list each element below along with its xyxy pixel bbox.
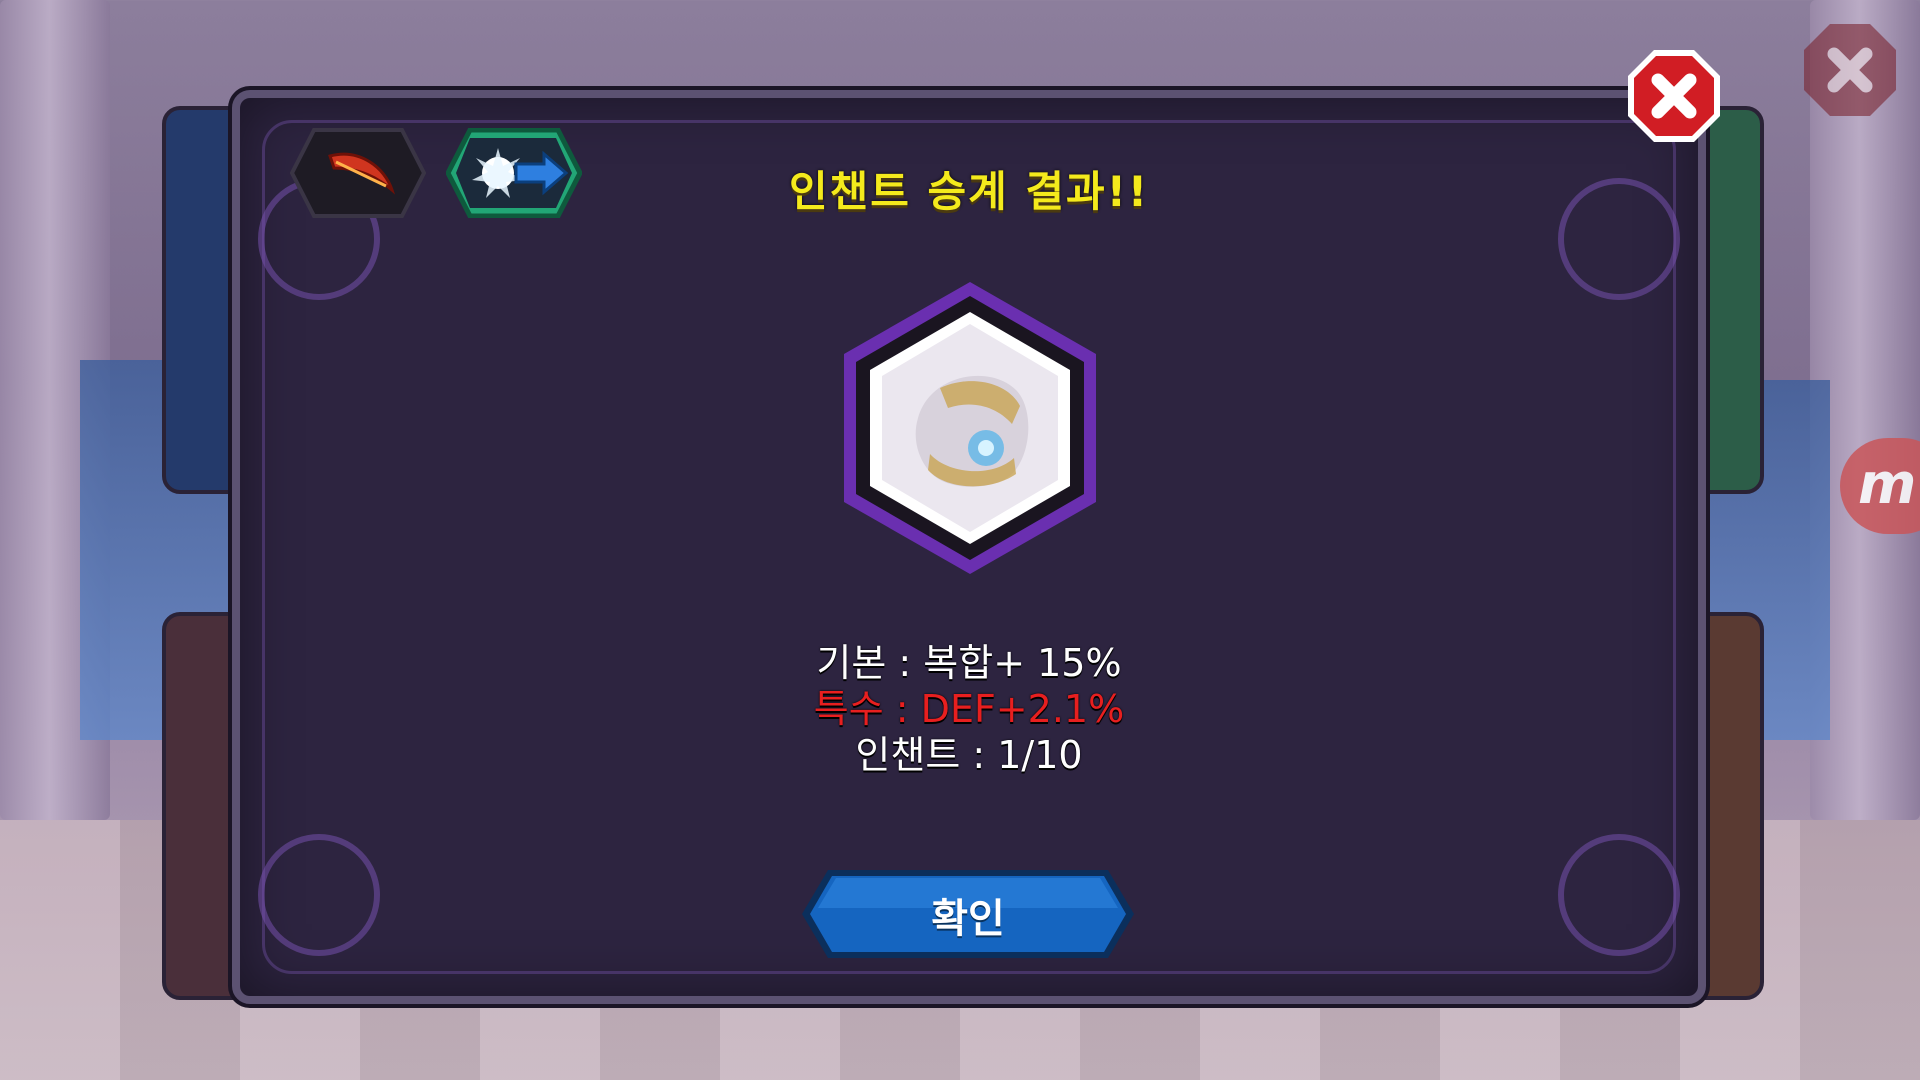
- corner-ornament-bottom-right: [1558, 834, 1680, 956]
- enchant-result-dialog: 인챈트 승계 결과!! 기본 : 복합+ 15% 특수 : DEF+2.1% 인…: [232, 90, 1706, 1004]
- special-stat: 특수 : DEF+2.1%: [813, 687, 1125, 731]
- background-close-button: [1800, 20, 1900, 120]
- enchant-level: 인챈트 : 1/10: [855, 733, 1083, 777]
- corner-ornament-bottom-left: [258, 834, 380, 956]
- close-icon: [1804, 24, 1896, 116]
- armor-item-icon: [844, 282, 1096, 574]
- confirm-button[interactable]: 확인: [800, 868, 1136, 960]
- stats-block: 기본 : 복합+ 15% 특수 : DEF+2.1% 인챈트 : 1/10: [240, 640, 1698, 778]
- close-icon: [1628, 50, 1720, 142]
- close-button[interactable]: [1624, 46, 1724, 146]
- item-slot: [820, 278, 1120, 578]
- side-badge-text: m: [1858, 452, 1917, 517]
- dialog-title: 인챈트 승계 결과!!: [788, 167, 1150, 216]
- basic-stat: 기본 : 복합+ 15%: [816, 641, 1122, 685]
- confirm-label: 확인: [931, 896, 1005, 942]
